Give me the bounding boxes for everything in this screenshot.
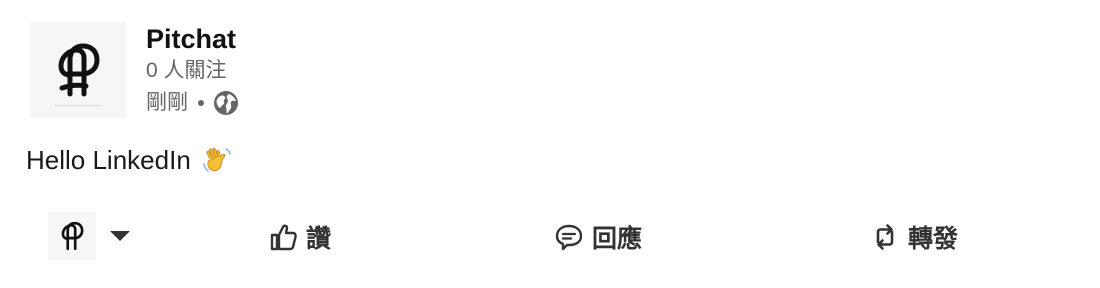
- post-timestamp[interactable]: 剛剛: [146, 87, 188, 119]
- comment-button[interactable]: 回應: [554, 218, 642, 256]
- logo-baseline: [54, 105, 102, 106]
- pitchat-logo-icon: [58, 43, 100, 97]
- post-card: Pitchat 0 人關注 剛剛 Hello LinkedIn 讚 回應 轉發: [0, 0, 1100, 288]
- post-actions-bar: 讚 回應 轉發: [0, 210, 1100, 264]
- like-label: 讚: [306, 225, 332, 253]
- comment-label: 回應: [592, 225, 643, 253]
- follower-count: 0 人關注: [146, 59, 227, 82]
- waving-hand-icon: [201, 144, 233, 176]
- thumbs-up-icon: [268, 222, 298, 252]
- repost-button[interactable]: 轉發: [870, 218, 958, 256]
- post-header: Pitchat 0 人關注 剛剛: [30, 22, 239, 119]
- separator-dot: [198, 100, 204, 106]
- actor-avatar: [48, 212, 96, 260]
- author-meta: Pitchat 0 人關注 剛剛: [146, 22, 239, 119]
- comment-icon: [554, 222, 584, 252]
- author-name[interactable]: Pitchat: [146, 23, 239, 55]
- caret-down-icon: [110, 231, 130, 241]
- actor-select-dropdown[interactable]: [48, 212, 130, 260]
- post-text: Hello LinkedIn: [26, 145, 191, 175]
- author-logo[interactable]: [30, 22, 126, 118]
- pitchat-logo-icon: [61, 221, 84, 251]
- repost-label: 轉發: [908, 225, 959, 253]
- globe-icon[interactable]: [213, 90, 239, 116]
- post-time-row: 剛剛: [146, 87, 239, 119]
- repost-icon: [870, 222, 900, 252]
- post-body: Hello LinkedIn: [26, 142, 233, 178]
- like-button[interactable]: 讚: [268, 218, 331, 256]
